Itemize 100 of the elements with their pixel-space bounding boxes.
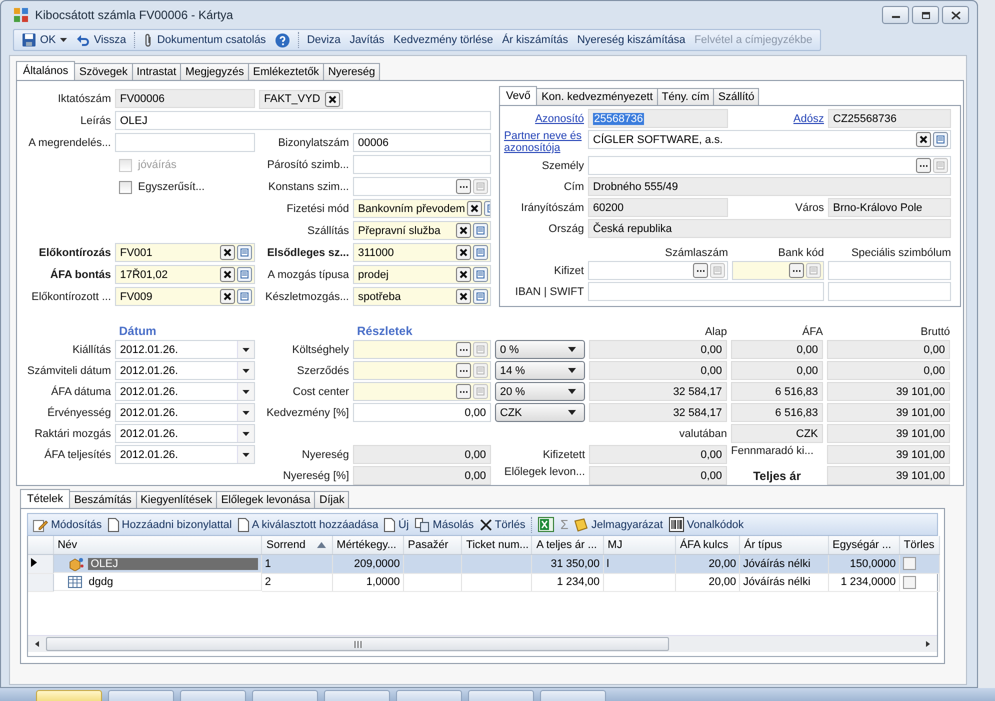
close-button[interactable] [942, 6, 969, 24]
column-header[interactable]: Ár típus [740, 536, 828, 554]
clear-icon[interactable] [456, 245, 471, 260]
text-field[interactable] [353, 177, 491, 196]
text-field[interactable]: FV001 [115, 243, 255, 262]
text-field[interactable]: CÍGLER SOFTWARE, a.s. [588, 130, 951, 149]
date-field[interactable]: 2012.01.26. [115, 445, 255, 464]
dropdown-icon[interactable] [237, 341, 254, 358]
text-field[interactable]: Česká republika [588, 219, 951, 238]
column-header[interactable]: Törles [899, 536, 940, 554]
dropdown-icon[interactable] [237, 425, 254, 442]
date-field[interactable]: 2012.01.26. [115, 340, 255, 359]
more-icon[interactable] [456, 363, 471, 378]
text-field[interactable]: FV00006 [115, 89, 255, 108]
tab[interactable]: Tételek [20, 489, 70, 508]
column-header[interactable]: Mértékegy... [332, 536, 404, 554]
text-field[interactable]: 0,00 [353, 466, 491, 485]
tab[interactable]: Kiegyenlítések [136, 491, 218, 508]
column-header[interactable]: Név [53, 536, 262, 554]
dropdown-icon[interactable] [237, 446, 254, 463]
tab[interactable]: Díjak [314, 491, 350, 508]
toolbar-button[interactable]: Új [381, 514, 412, 534]
text-field[interactable]: 00006 [353, 133, 491, 152]
list-icon[interactable] [473, 245, 488, 260]
checkbox[interactable] [902, 576, 916, 588]
tab[interactable]: Megjegyzés [180, 63, 250, 80]
tab[interactable]: Vevő [499, 86, 538, 105]
clear-icon[interactable] [456, 289, 471, 304]
text-field[interactable]: spotřeba [353, 287, 491, 306]
toolbar-button[interactable]: Javítás [346, 30, 388, 50]
column-header[interactable]: A teljes ár ... [532, 536, 604, 554]
text-field[interactable]: Přepravní služba [353, 221, 491, 240]
link[interactable]: Azonosító [535, 112, 584, 124]
dropdown-icon[interactable] [237, 404, 254, 421]
clear-icon[interactable] [220, 245, 235, 260]
tab[interactable]: Tény. cím [656, 88, 714, 105]
clear-icon[interactable] [220, 267, 235, 282]
vat-rate-dropdown[interactable]: 14 % [495, 361, 585, 380]
text-field[interactable] [828, 261, 951, 280]
text-field[interactable]: 0,00 [353, 445, 491, 464]
toolbar-button[interactable]: Vonalkódok [666, 514, 747, 534]
toolbar-button[interactable]: Kedvezmény törlése [389, 30, 498, 50]
text-field[interactable] [588, 156, 951, 175]
text-field[interactable] [353, 340, 491, 359]
minimize-button[interactable] [882, 6, 909, 24]
list-icon[interactable] [473, 289, 488, 304]
text-field[interactable] [588, 282, 824, 301]
more-icon[interactable] [456, 179, 471, 194]
clear-icon[interactable] [467, 201, 482, 216]
link[interactable]: Partner neve és azonosítója [504, 130, 584, 154]
date-field[interactable]: 2012.01.26. [115, 382, 255, 401]
text-field[interactable]: OLEJ [115, 111, 491, 130]
toolbar-button[interactable]: Módosítás [30, 514, 105, 534]
text-field[interactable] [588, 261, 728, 280]
toolbar-button[interactable]: Dokumentum csatolás [139, 30, 270, 50]
tab[interactable]: Általános [16, 61, 76, 80]
tab[interactable]: Kon. kedvezményezett [536, 88, 658, 105]
toolbar-button[interactable]: Nyereség kiszámítása [573, 30, 690, 50]
text-field[interactable]: Drobného 555/49 [588, 177, 951, 196]
date-field[interactable]: 2012.01.26. [115, 361, 255, 380]
date-field[interactable]: 2012.01.26. [115, 403, 255, 422]
clear-icon[interactable] [220, 289, 235, 304]
column-header[interactable]: ÁFA kulcs [675, 536, 740, 554]
text-field[interactable] [353, 382, 491, 401]
maximize-button[interactable] [912, 6, 939, 24]
column-header[interactable]: Sorrend [262, 536, 332, 554]
tab[interactable]: Szállító [713, 88, 760, 105]
horizontal-scrollbar[interactable] [28, 635, 937, 652]
clear-icon[interactable] [325, 92, 340, 106]
toolbar-button[interactable]: Hozzáadni bizonylattal [104, 514, 235, 534]
list-icon[interactable] [237, 289, 252, 304]
toolbar-button[interactable]: Vissza [72, 30, 130, 50]
toolbar-button[interactable]: OK [18, 30, 71, 50]
text-field[interactable] [732, 261, 824, 280]
text-field[interactable]: 311000 [353, 243, 491, 262]
column-header[interactable]: MJ [603, 536, 676, 554]
text-field[interactable]: 17Ř01,02 [115, 265, 255, 284]
toolbar-button[interactable]: Jelmagyarázat [571, 514, 666, 534]
text-field[interactable]: FV009 [115, 287, 255, 306]
list-icon[interactable] [473, 223, 488, 238]
text-field[interactable]: prodej [353, 265, 491, 284]
list-icon[interactable] [237, 245, 252, 260]
clear-icon[interactable] [916, 132, 931, 147]
checkbox[interactable]: Egyszerűsít... [119, 177, 255, 197]
text-field[interactable]: 0,00 [353, 403, 491, 422]
tab[interactable]: Előlegek levonása [216, 491, 316, 508]
tab[interactable]: Szövegek [74, 63, 133, 80]
tab[interactable]: Emlékeztetők [248, 63, 324, 80]
toolbar-button[interactable]: A kiválasztott hozzáadása [234, 514, 382, 534]
text-field[interactable] [828, 282, 951, 301]
column-header[interactable]: Pasažér [403, 536, 462, 554]
table-row[interactable]: OLEJ 1 209,0000 31 350,00 l 20,00 Jóváírás nélki 150,0000 [28, 554, 940, 573]
currency-dropdown[interactable]: CZK [495, 403, 585, 422]
clear-icon[interactable] [456, 223, 471, 238]
column-header[interactable]: Egységár ... [828, 536, 900, 554]
link[interactable]: Adósz [793, 112, 824, 124]
more-icon[interactable] [456, 384, 471, 399]
column-header[interactable]: Ticket num... [462, 536, 532, 554]
checkbox[interactable] [902, 557, 916, 570]
clear-icon[interactable] [456, 267, 471, 282]
